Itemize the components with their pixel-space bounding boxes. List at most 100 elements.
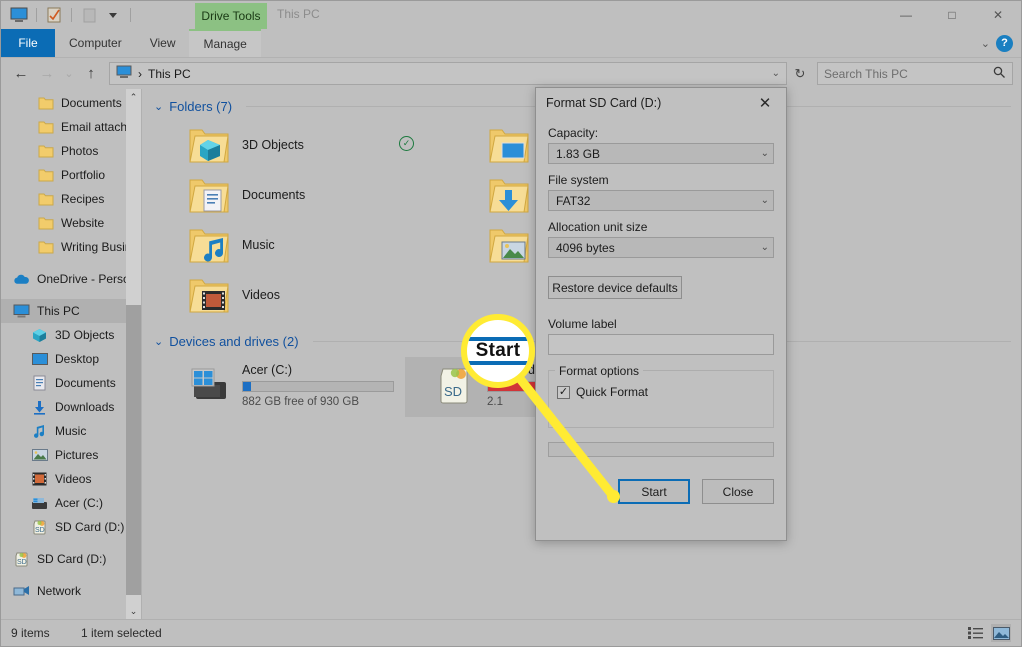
sidebar-item-downloads[interactable]: Downloads — [1, 395, 141, 419]
large-icons-view-icon[interactable] — [991, 624, 1011, 642]
properties-icon[interactable] — [44, 5, 64, 25]
status-selection: 1 item selected — [81, 626, 162, 640]
collapse-folders-icon[interactable]: ⌄ — [154, 100, 163, 113]
scroll-down-icon[interactable]: ⌄ — [126, 603, 141, 619]
sidebar-item-documents[interactable]: Documents — [1, 91, 141, 115]
address-input[interactable]: › This PC ⌄ — [109, 62, 787, 85]
sidebar-item-label: Videos — [55, 472, 91, 486]
restore-device-defaults-button[interactable]: Restore device defaults — [548, 276, 682, 299]
search-input[interactable]: Search This PC — [817, 62, 1013, 85]
sidebar-item-videos[interactable]: Videos — [1, 467, 141, 491]
scrollbar-thumb[interactable] — [126, 305, 141, 595]
folder-icon — [37, 191, 54, 208]
sidebar-item-label: 3D Objects — [55, 328, 114, 342]
back-button[interactable]: ← — [9, 62, 33, 86]
chevron-down-icon[interactable]: ⌄ — [761, 148, 769, 159]
close-dialog-button[interactable]: Close — [702, 479, 774, 504]
folder-tile[interactable]: Videos — [160, 270, 460, 320]
magnified-focus-border-top — [467, 337, 529, 341]
folder-tile-label: Videos — [242, 288, 280, 302]
callout-endpoint-dot — [607, 490, 620, 503]
sidebar-item-desktop[interactable]: Desktop — [1, 347, 141, 371]
new-folder-icon[interactable] — [79, 5, 99, 25]
drive-info: Acer (C:)882 GB free of 930 GB — [242, 361, 394, 408]
recent-locations-button[interactable]: ⌄ — [61, 62, 77, 86]
forward-button[interactable]: → — [35, 62, 59, 86]
customize-toolbar-icon[interactable] — [103, 5, 123, 25]
expand-ribbon-icon[interactable]: ⌄ — [981, 37, 990, 50]
view-mode-buttons — [965, 624, 1011, 642]
capacity-select[interactable]: 1.83 GB ⌄ — [548, 143, 774, 164]
collapse-devices-icon[interactable]: ⌄ — [154, 335, 163, 348]
scroll-up-icon[interactable]: ⌃ — [126, 89, 141, 105]
folder-icon — [37, 143, 54, 160]
sidebar-item-sd-card-d[interactable]: SDSD Card (D:) — [1, 515, 141, 539]
dialog-close-icon[interactable]: ✕ — [752, 90, 778, 116]
drive-usage-fill — [243, 382, 251, 391]
magnifier-callout: Start — [461, 314, 535, 388]
breadcrumb-this-pc[interactable]: This PC — [148, 67, 191, 81]
tab-manage[interactable]: Manage — [189, 29, 260, 57]
refresh-button[interactable]: ↻ — [789, 62, 811, 85]
music-icon — [31, 423, 48, 440]
sidebar-item-acer-c[interactable]: Acer (C:) — [1, 491, 141, 515]
sidebar-item-network[interactable]: Network — [1, 579, 141, 603]
close-button[interactable]: ✕ — [975, 1, 1021, 29]
folder-tile[interactable]: 3D Objects✓ — [160, 120, 460, 170]
address-chevron-down-icon[interactable]: ⌄ — [772, 68, 780, 79]
minimize-button[interactable]: — — [883, 1, 929, 29]
dialog-title: Format SD Card (D:) — [546, 96, 661, 110]
sidebar-item-email-attachmer[interactable]: Email attachmer — [1, 115, 141, 139]
search-icon[interactable] — [993, 66, 1006, 82]
tab-file[interactable]: File — [1, 29, 55, 57]
quick-format-checkbox[interactable]: ✓ — [557, 386, 570, 399]
sidebar-item-writing-business[interactable]: Writing Business — [1, 235, 141, 259]
tab-view[interactable]: View — [136, 29, 190, 57]
sidebar-item-label: Documents — [61, 96, 122, 110]
drive-tile[interactable]: Acer (C:)882 GB free of 930 GB — [160, 357, 405, 417]
sidebar-item-sd-card-d[interactable]: SDSD Card (D:) — [1, 547, 141, 571]
sidebar-item-label: Network — [37, 584, 81, 598]
maximize-button[interactable]: □ — [929, 1, 975, 29]
folder-tile[interactable]: Music — [160, 220, 460, 270]
sidebar-item-portfolio[interactable]: Portfolio — [1, 163, 141, 187]
sidebar-item-onedrive-persor[interactable]: OneDrive - Persor — [1, 267, 141, 291]
contextual-tab-drive-tools[interactable]: Drive Tools — [195, 3, 267, 29]
volume-label-input[interactable] — [548, 334, 774, 355]
sidebar-item-documents[interactable]: Documents — [1, 371, 141, 395]
pc-icon — [13, 303, 30, 320]
folder-tile[interactable]: Documents — [160, 170, 460, 220]
this-pc-icon[interactable] — [9, 5, 29, 25]
sidebar-item-photos[interactable]: Photos — [1, 139, 141, 163]
scrollbar-track[interactable] — [126, 105, 141, 603]
start-button[interactable]: Start — [618, 479, 690, 504]
chevron-down-icon-3[interactable]: ⌄ — [761, 242, 769, 253]
sidebar-item-label: OneDrive - Persor — [37, 272, 134, 286]
navigation-pane: Documents Email attachmerPhotosPortfolioR… — [1, 89, 141, 619]
group-title-folders: Folders (7) — [169, 99, 232, 114]
folder-videos-icon — [188, 274, 230, 316]
sidebar-item-3d-objects[interactable]: 3D Objects — [1, 323, 141, 347]
sidebar-item-this-pc[interactable]: This PC — [1, 299, 141, 323]
dialog-actions: Start Close — [548, 479, 774, 504]
allocation-value: 4096 bytes — [556, 241, 615, 255]
nav-scrollbar[interactable]: ⌃ ⌄ — [126, 89, 141, 619]
sidebar-item-website[interactable]: Website — [1, 211, 141, 235]
chevron-down-icon-2[interactable]: ⌄ — [761, 195, 769, 206]
volume-label-label: Volume label — [548, 317, 774, 331]
up-button[interactable]: ↑ — [79, 62, 103, 86]
sidebar-item-recipes[interactable]: Recipes — [1, 187, 141, 211]
sidebar-item-pictures[interactable]: Pictures — [1, 443, 141, 467]
folder-3d-objects-icon — [188, 124, 230, 166]
quick-format-row[interactable]: ✓ Quick Format — [557, 385, 765, 399]
sidebar-item-label: Music — [55, 424, 86, 438]
filesystem-select[interactable]: FAT32 ⌄ — [548, 190, 774, 211]
navigation-list: Documents Email attachmerPhotosPortfolioR… — [1, 91, 141, 603]
title-bar: Drive Tools This PC — □ ✕ — [1, 1, 1021, 29]
tab-computer[interactable]: Computer — [55, 29, 136, 57]
allocation-select[interactable]: 4096 bytes ⌄ — [548, 237, 774, 258]
help-icon[interactable]: ? — [996, 35, 1013, 52]
sidebar-item-label: Acer (C:) — [55, 496, 103, 510]
sidebar-item-music[interactable]: Music — [1, 419, 141, 443]
details-view-icon[interactable] — [965, 624, 985, 642]
